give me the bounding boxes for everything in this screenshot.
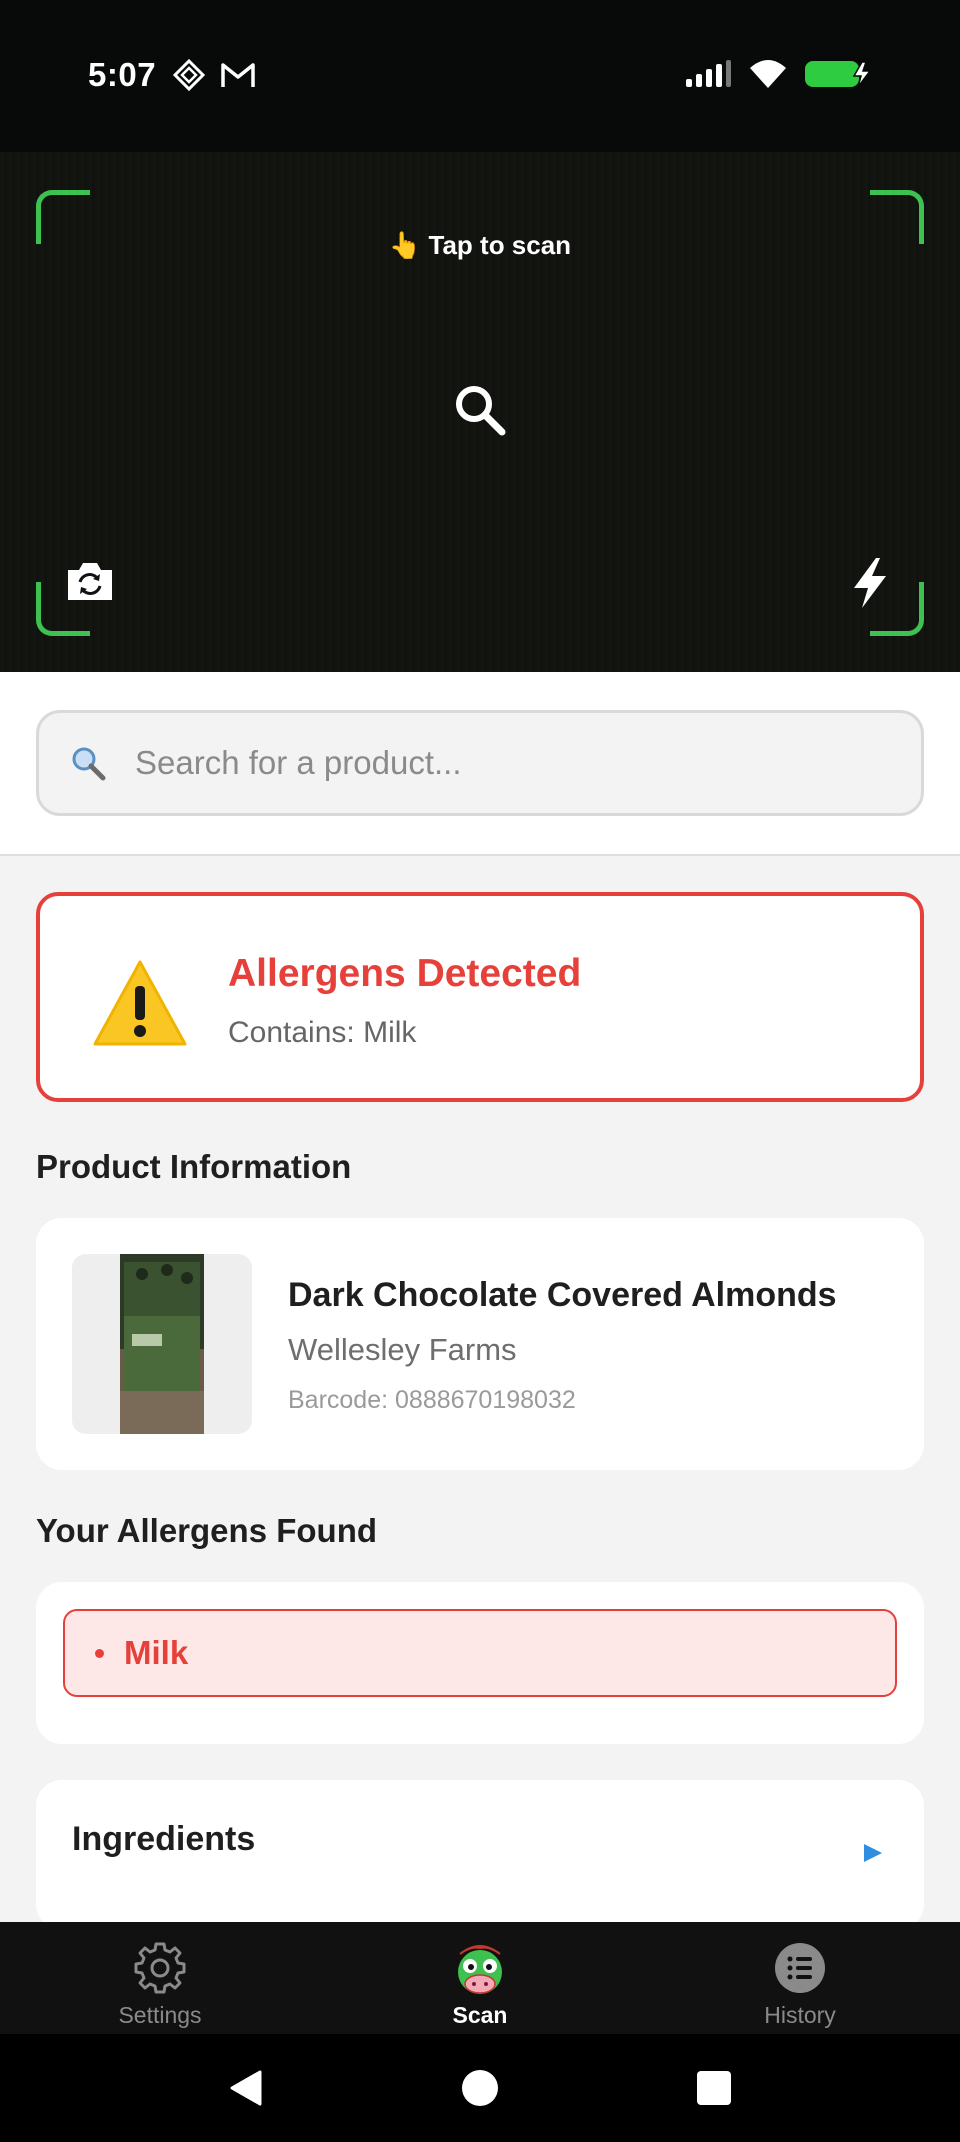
bottom-tab-bar: Settings Scan History [0, 1922, 960, 2034]
magnifier-icon [456, 386, 506, 436]
status-time: 5:07 [88, 56, 157, 93]
search-area [0, 672, 960, 856]
status-right-icons [684, 58, 874, 90]
tab-scan-label: Scan [452, 2002, 508, 2028]
battery-charging-icon [805, 61, 872, 88]
home-icon[interactable] [460, 2068, 500, 2108]
alert-subtitle: Contains: Milk [228, 1016, 417, 1049]
tab-settings-label: Settings [118, 2002, 202, 2028]
product-info-heading: Product Information [36, 1148, 352, 1185]
search-input[interactable] [135, 744, 895, 782]
product-card[interactable]: Dark Chocolate Covered Almonds Wellesley… [36, 1218, 924, 1470]
back-icon[interactable] [226, 2068, 266, 2108]
cow-mascot-icon [458, 1945, 502, 1994]
camera-viewfinder[interactable]: 👆 Tap to scan [0, 152, 960, 672]
flash-icon[interactable] [848, 556, 892, 610]
ingredients-title: Ingredients [72, 1820, 256, 1858]
status-bar: 5:07 [0, 0, 960, 152]
status-left-icons [172, 58, 256, 92]
tab-history-label: History [764, 2002, 836, 2028]
alert-title: Allergens Detected [228, 952, 582, 995]
recents-icon[interactable] [696, 2070, 732, 2106]
tab-scan[interactable]: Scan [320, 1922, 640, 2034]
allergen-label: Milk [124, 1634, 189, 1671]
allergens-found-card: Milk [36, 1582, 924, 1744]
product-name: Dark Chocolate Covered Almonds [288, 1276, 837, 1314]
tab-history[interactable]: History [640, 1922, 960, 2034]
warning-icon [93, 960, 187, 1046]
flip-camera-icon[interactable] [64, 560, 116, 604]
product-brand: Wellesley Farms [288, 1332, 517, 1367]
system-navigation-bar [0, 2034, 960, 2142]
bullet-icon [95, 1648, 104, 1658]
allergens-found-heading: Your Allergens Found [36, 1512, 378, 1549]
ai-diamond-icon [172, 58, 206, 92]
ingredients-accordion[interactable]: Ingredients [36, 1780, 924, 1930]
search-icon [72, 747, 106, 781]
product-image [72, 1254, 252, 1434]
list-icon [775, 1943, 825, 1993]
allergen-item: Milk [63, 1609, 897, 1697]
expand-arrow-icon[interactable] [862, 1842, 884, 1864]
signal-icon [686, 60, 731, 87]
search-box[interactable] [36, 710, 924, 816]
tab-settings[interactable]: Settings [0, 1922, 320, 2034]
gear-icon [134, 1942, 186, 1994]
gmail-icon [221, 63, 255, 87]
tap-to-scan-hint: 👆 Tap to scan [388, 230, 572, 260]
wifi-icon [750, 60, 786, 88]
allergen-alert: Allergens Detected Contains: Milk [36, 892, 924, 1102]
product-barcode: Barcode: 0888670198032 [288, 1386, 576, 1414]
